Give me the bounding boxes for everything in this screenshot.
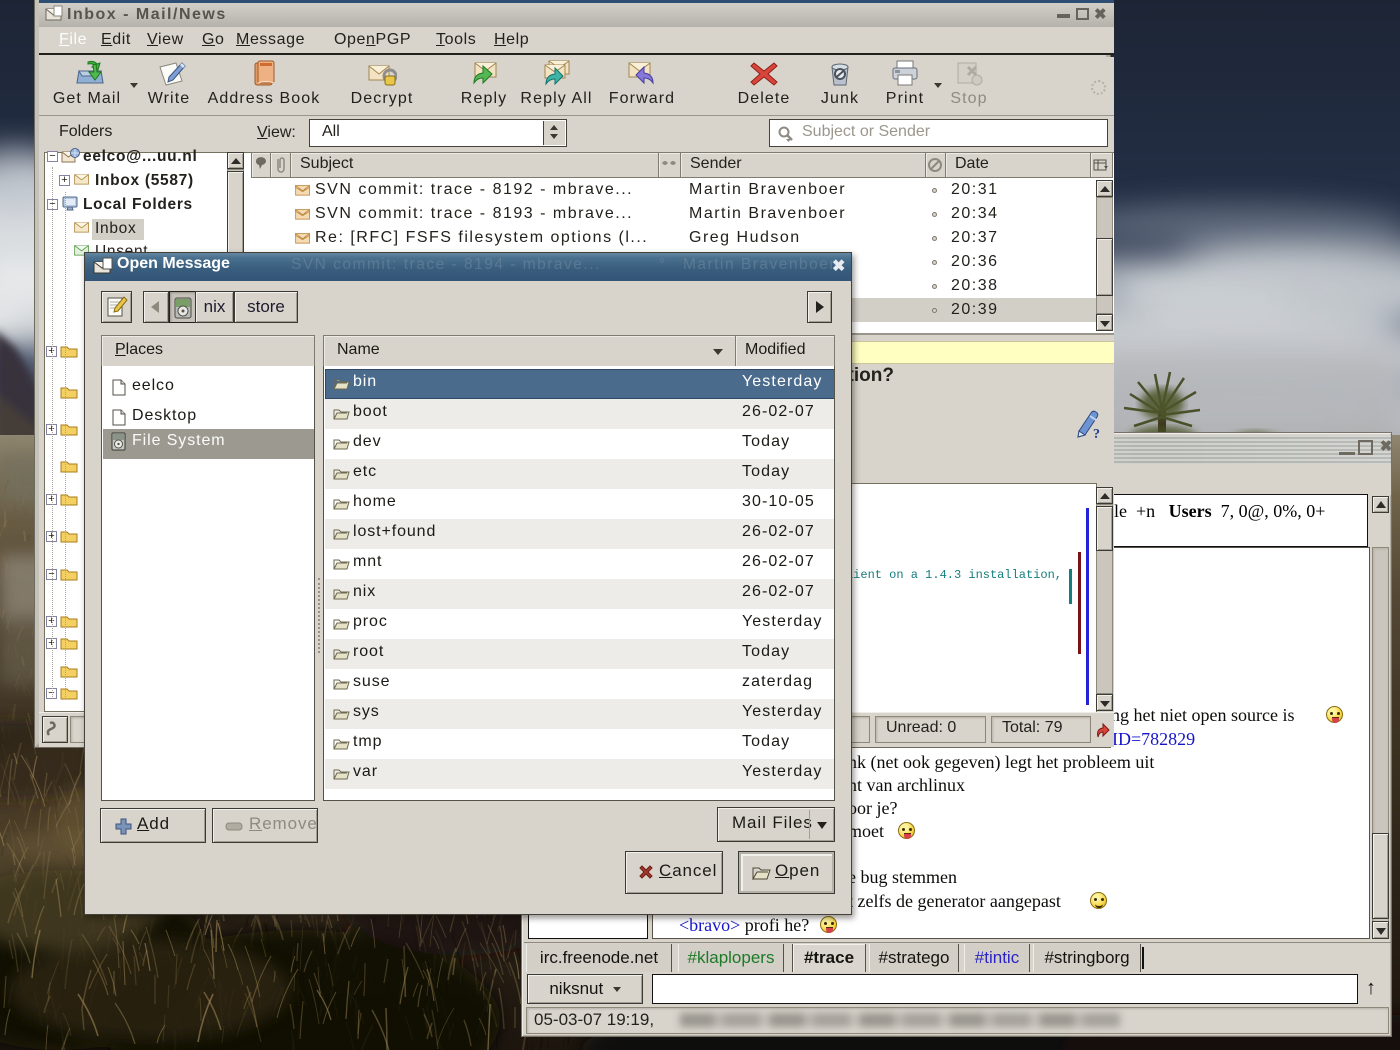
svg-text:?: ? — [1093, 427, 1100, 439]
